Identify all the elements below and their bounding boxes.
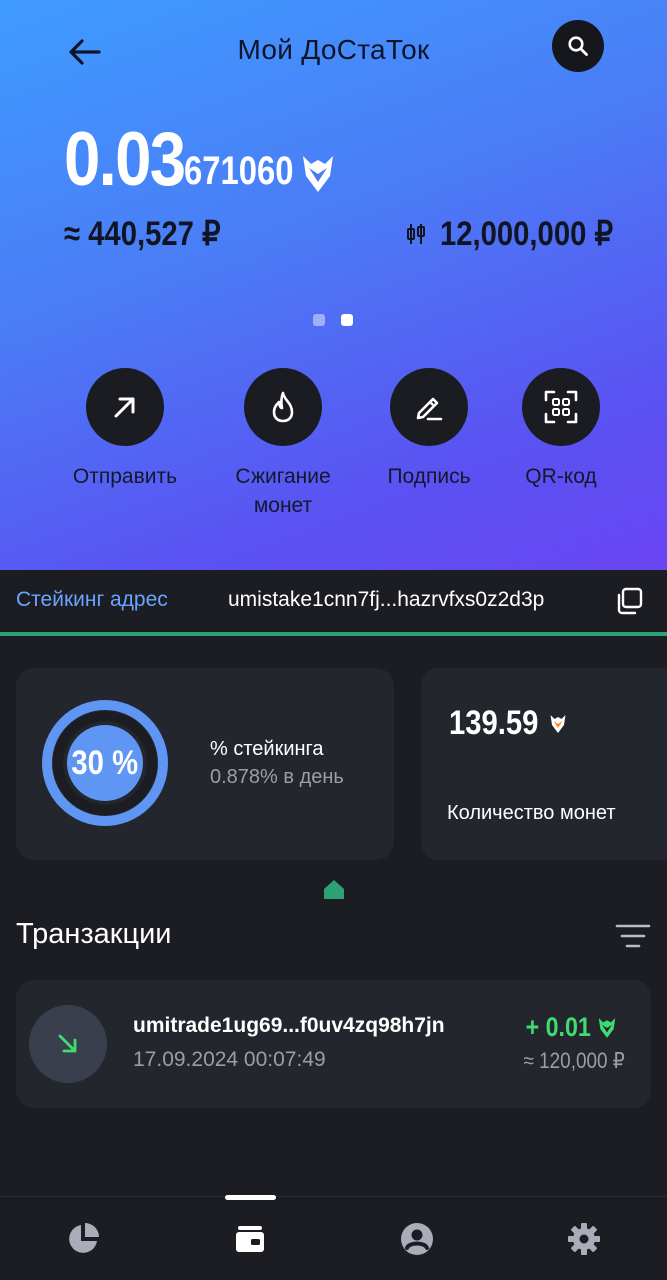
- nav-profile[interactable]: [397, 1219, 437, 1259]
- sign-label: Подпись: [387, 465, 471, 488]
- sign-button[interactable]: Подпись: [359, 368, 499, 491]
- coin-logo-icon: [598, 1017, 616, 1038]
- nav-portfolio[interactable]: [63, 1219, 103, 1259]
- filter-button[interactable]: [614, 922, 654, 952]
- sign-circle: [390, 368, 468, 446]
- coin-logo-icon: [303, 156, 334, 192]
- coin-logo-icon: [550, 714, 566, 733]
- arrow-down-right-icon: [58, 1034, 77, 1053]
- staking-ring: 30 %: [40, 698, 170, 828]
- coin-count-value: 139.59: [449, 704, 539, 742]
- hero-panel: Мой ДоСтаТок 0.03 671060 ≈ 440,527 ₽ 12,…: [0, 0, 667, 570]
- home-icon: [324, 880, 344, 899]
- balance-fraction: 671060: [183, 149, 294, 193]
- arrow-up-right-icon: [114, 397, 135, 418]
- page-indicator: [313, 314, 353, 326]
- balance-display: 0.03 671060: [64, 112, 335, 202]
- burn-circle: [244, 368, 322, 446]
- pencil-icon: [416, 397, 443, 421]
- staking-percent: 30 %: [71, 743, 139, 782]
- copy-icon: [617, 587, 643, 615]
- nav-settings[interactable]: [564, 1219, 604, 1259]
- qr-code-button[interactable]: QR-код: [491, 368, 631, 491]
- transaction-row[interactable]: umitrade1ug69...f0uv4zq98h7jn 17.09.2024…: [16, 980, 651, 1108]
- staking-divider: [0, 632, 667, 636]
- home-indicator: [322, 878, 346, 904]
- balance-rub: ≈ 440,527 ₽: [64, 215, 221, 253]
- transaction-date: 17.09.2024 00:07:49: [133, 1048, 326, 1071]
- nav-wallet[interactable]: [230, 1219, 270, 1259]
- transactions-title: Транзакции: [16, 918, 172, 950]
- send-circle: [86, 368, 164, 446]
- qr-circle: [522, 368, 600, 446]
- qr-scan-icon: [544, 390, 578, 424]
- flame-icon: [272, 391, 294, 423]
- transaction-address: umitrade1ug69...f0uv4zq98h7jn: [133, 1014, 445, 1037]
- settings-icon: [568, 1223, 600, 1255]
- staking-address-bar: Стейкинг адрес umistake1cnn7fj...hazrvfx…: [0, 570, 667, 632]
- bottom-nav: [0, 1195, 667, 1280]
- page-dot-1[interactable]: [313, 314, 325, 326]
- filter-icon: [615, 924, 651, 948]
- coin-count-label: Количество монет: [447, 802, 616, 824]
- staking-address-label: Стейкинг адрес: [16, 588, 168, 611]
- transaction-amount-value: + 0.01: [525, 1012, 591, 1042]
- limit-value: 12,000,000 ₽: [440, 215, 614, 253]
- search-button[interactable]: [552, 20, 604, 72]
- coin-count: 139.59: [449, 704, 567, 743]
- pie-chart-icon: [69, 1223, 99, 1253]
- staking-address[interactable]: umistake1cnn7fj...hazrvfxs0z2d3p: [228, 588, 544, 612]
- active-tab-indicator: [225, 1195, 276, 1200]
- send-button[interactable]: Отправить: [55, 368, 195, 491]
- top-bar: Мой ДоСтаТок: [0, 18, 667, 84]
- limit-display: 12,000,000 ₽: [406, 214, 641, 254]
- staking-daily-rate: 0.878% в день: [210, 766, 344, 788]
- burn-coins-button[interactable]: Сжигание монет: [213, 368, 353, 520]
- staking-percent-card[interactable]: 30 % % стейкинга 0.878% в день: [16, 668, 394, 860]
- coin-count-card[interactable]: 139.59 Количество монет: [421, 668, 667, 860]
- balance-integer: 0.03: [64, 117, 186, 202]
- staking-percent-title: % стейкинга: [210, 738, 324, 760]
- profile-icon: [401, 1223, 433, 1255]
- wallet-icon: [236, 1226, 264, 1252]
- qr-label: QR-код: [525, 465, 597, 488]
- page-dot-2[interactable]: [341, 314, 353, 326]
- send-label: Отправить: [72, 465, 178, 488]
- search-icon: [568, 36, 588, 56]
- candlestick-icon: [407, 224, 425, 244]
- incoming-tx-badge: [29, 1005, 107, 1083]
- transaction-rub: ≈ 120,000 ₽: [523, 1048, 625, 1073]
- burn-label: Сжигание монет: [235, 465, 331, 517]
- transaction-amount: + 0.01: [515, 1012, 617, 1043]
- copy-address-button[interactable]: [614, 586, 646, 618]
